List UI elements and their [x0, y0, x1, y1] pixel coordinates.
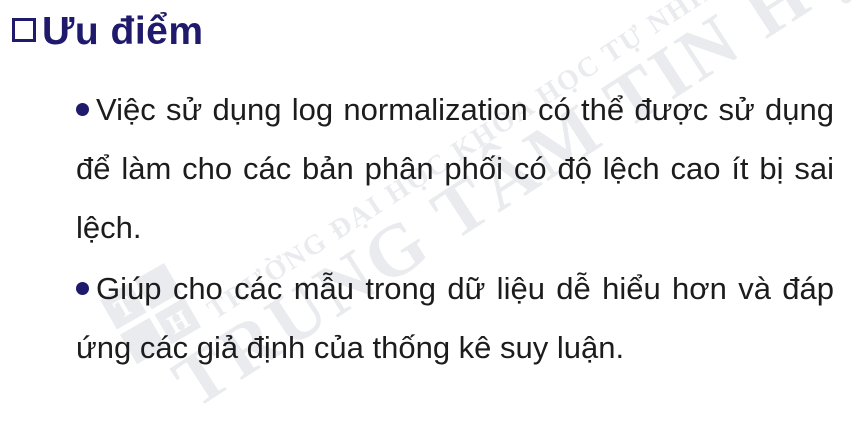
bullet-item: Việc sử dụng log normalization có thể đư… [76, 80, 834, 257]
bullet-item: Giúp cho các mẫu trong dữ liệu dễ hiểu h… [76, 259, 834, 377]
heading-text: Ưu điểm [42, 10, 204, 53]
dot-icon [76, 282, 89, 295]
bullet-text: Giúp cho các mẫu trong dữ liệu dễ hiểu h… [76, 271, 834, 365]
dot-icon [76, 103, 89, 116]
bullet-text: Việc sử dụng log normalization có thể đư… [76, 92, 834, 245]
checkbox-square-icon [12, 18, 36, 42]
slide: T H TRƯỜNG ĐẠI HỌC KHOA HỌC TỰ NHIÊN TRU… [0, 0, 857, 425]
bullet-list: Việc sử dụng log normalization có thể đư… [76, 80, 834, 379]
slide-heading: Ưu điểm [12, 10, 204, 54]
